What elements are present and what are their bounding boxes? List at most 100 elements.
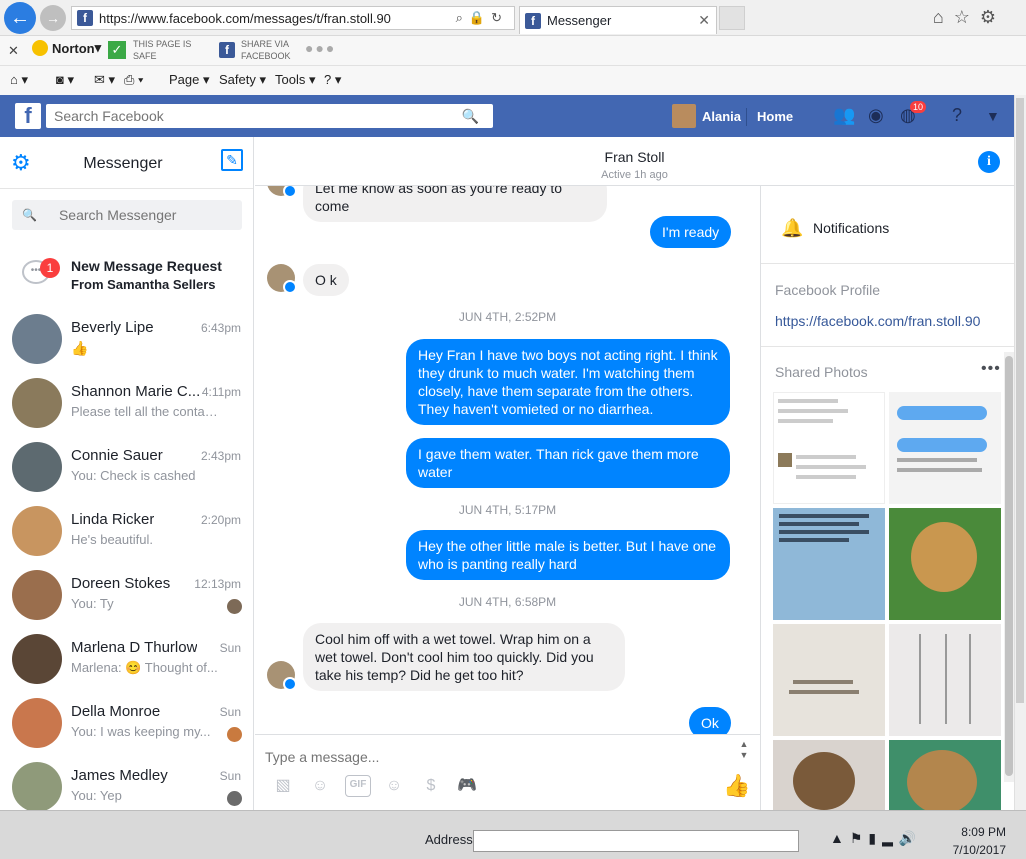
account-menu-chevron-icon[interactable]: ▼ bbox=[986, 108, 1000, 124]
friend-requests-icon[interactable]: 👥 bbox=[833, 105, 855, 126]
shared-photo[interactable] bbox=[889, 508, 1001, 620]
conversation-item-della-monroe[interactable]: Della Monroe Sun You: I was keeping my..… bbox=[0, 691, 253, 755]
send-like-icon[interactable]: 👍 bbox=[723, 773, 750, 799]
photo-detail bbox=[796, 455, 856, 459]
page-scrollbar-thumb[interactable] bbox=[1016, 98, 1024, 703]
forward-button[interactable]: → bbox=[40, 5, 66, 31]
facebook-search-input[interactable] bbox=[54, 108, 434, 124]
facebook-search-box[interactable]: 🔍 bbox=[46, 104, 493, 128]
address-bar-icons[interactable]: ⌕🔒↻ bbox=[456, 10, 508, 26]
menu-page[interactable]: Page ▾ bbox=[169, 72, 210, 88]
seen-avatar bbox=[227, 727, 242, 742]
conversation-item-connie-sauer[interactable]: Connie Sauer 2:43pm You: Check is cashed bbox=[0, 435, 253, 499]
conversation-time: Sun bbox=[219, 705, 241, 719]
messenger-search-input[interactable] bbox=[58, 207, 229, 223]
conversation-item-james-medley[interactable]: James Medley Sun You: Yep bbox=[0, 755, 253, 810]
facebook-logo-icon[interactable]: f bbox=[15, 103, 41, 129]
help-question-icon[interactable]: ? bbox=[952, 105, 962, 126]
shared-photo[interactable] bbox=[773, 508, 885, 620]
conversation-item-marlena-thurlow[interactable]: Marlena D Thurlow Sun Marlena: 😊 Thought… bbox=[0, 627, 253, 691]
gif-icon[interactable]: GIF bbox=[345, 775, 371, 797]
messenger-icon[interactable]: ◉ bbox=[868, 105, 884, 126]
tab-close-icon[interactable]: ✕ bbox=[698, 12, 710, 29]
shared-photo[interactable] bbox=[773, 740, 885, 810]
conversation-item-shannon-marie[interactable]: Shannon Marie C... 4:11pm Please tell al… bbox=[0, 371, 253, 435]
photo-detail bbox=[778, 409, 848, 413]
new-tab-button[interactable] bbox=[719, 6, 745, 30]
safe-line1: THIS PAGE IS bbox=[133, 39, 192, 49]
contact-avatar bbox=[267, 186, 297, 198]
message-input[interactable] bbox=[265, 749, 725, 765]
seen-avatar bbox=[227, 791, 242, 806]
conversation-item-beverly-lipe[interactable]: Beverly Lipe 6:43pm 👍 bbox=[0, 307, 253, 371]
messenger-search-box[interactable]: 🔍 bbox=[12, 200, 242, 230]
conversation-name: Della Monroe bbox=[71, 703, 161, 720]
payment-icon[interactable]: $ bbox=[420, 775, 442, 797]
facebook-top-bar: f 🔍 Alania Home 👥 ◉ ◍ 10 ? ▼ bbox=[0, 95, 1014, 137]
more-options-icon[interactable]: ••• bbox=[981, 360, 1001, 378]
composer-scroll-arrows-icon[interactable]: ▲ ▼ bbox=[736, 739, 752, 761]
user-name-link[interactable]: Alania bbox=[702, 109, 741, 124]
browser-toolbar-icons[interactable]: ⌂☆⚙ bbox=[933, 7, 1006, 28]
back-button[interactable]: ← bbox=[4, 2, 36, 34]
details-scrollbar-thumb[interactable] bbox=[1005, 356, 1013, 776]
conversation-time: 2:43pm bbox=[200, 449, 241, 463]
feeds-icon[interactable]: ◙ ▾ bbox=[56, 72, 74, 88]
print-icon[interactable]: ⎙ ▾ bbox=[124, 72, 143, 88]
contact-status: Active 1h ago bbox=[601, 169, 668, 181]
notifications-item[interactable]: 🔔 Notifications bbox=[761, 210, 1014, 264]
mail-icon[interactable]: ✉ ▾ bbox=[94, 72, 115, 88]
url-text[interactable]: https://www.facebook.com/messages/t/fran… bbox=[99, 11, 391, 26]
photo-detail bbox=[897, 438, 987, 452]
timestamp-divider: JUN 4TH, 6:58PM bbox=[458, 595, 557, 609]
photo-detail bbox=[897, 458, 977, 462]
browser-tab[interactable]: f Messenger ✕ bbox=[519, 6, 717, 34]
menu-safety[interactable]: Safety ▾ bbox=[219, 72, 266, 88]
close-toolbar-icon[interactable]: ✕ bbox=[8, 43, 19, 59]
photo-detail bbox=[793, 752, 855, 810]
home-link[interactable]: Home bbox=[757, 109, 793, 124]
norton-logo[interactable]: Norton ▾ bbox=[32, 40, 101, 56]
conversation-snippet: You: Check is cashed bbox=[71, 468, 196, 483]
taskbar-address-input[interactable] bbox=[473, 830, 799, 852]
menu-tools-label: Tools bbox=[275, 72, 306, 87]
emoji-icon[interactable]: ☺ bbox=[383, 775, 405, 797]
conversation-item-doreen-stokes[interactable]: Doreen Stokes 12:13pm You: Ty bbox=[0, 563, 253, 627]
clock-time[interactable]: 8:09 PM bbox=[960, 825, 1006, 839]
help-icon[interactable]: ? ▾ bbox=[324, 72, 341, 88]
menu-tools[interactable]: Tools ▾ bbox=[275, 72, 316, 88]
photo-detail bbox=[897, 406, 987, 420]
shared-photo[interactable] bbox=[889, 740, 1001, 810]
conversation-info-icon[interactable]: i bbox=[978, 151, 1000, 173]
clock-date[interactable]: 7/10/2017 bbox=[948, 843, 1006, 857]
address-bar[interactable]: f https://www.facebook.com/messages/t/fr… bbox=[71, 6, 515, 30]
user-avatar[interactable] bbox=[672, 104, 696, 128]
shared-photo[interactable] bbox=[889, 392, 1001, 504]
facebook-profile-link[interactable]: https://facebook.com/fran.stoll.90 bbox=[775, 313, 980, 329]
timestamp-divider: JUN 4TH, 5:17PM bbox=[458, 503, 557, 517]
share-facebook-button[interactable]: f SHARE VIA FACEBOOK bbox=[214, 38, 291, 62]
conversation-item-linda-ricker[interactable]: Linda Ricker 2:20pm He's beautiful. bbox=[0, 499, 253, 563]
message-list[interactable]: Let me know as soon as you're ready to c… bbox=[255, 186, 760, 734]
system-tray-icons[interactable]: ▲⚑▮▂🔊 bbox=[830, 830, 922, 847]
facebook-profile-label: Facebook Profile bbox=[775, 282, 881, 298]
norton-check-icon bbox=[32, 40, 48, 56]
more-dots-icon[interactable]: ●●● bbox=[305, 40, 336, 56]
search-icon[interactable]: 🔍 bbox=[462, 108, 479, 125]
shared-photo[interactable] bbox=[773, 624, 885, 736]
photo-icon[interactable]: ▧ bbox=[272, 775, 294, 797]
message-incoming-partial: Let me know as soon as you're ready to c… bbox=[303, 186, 607, 222]
new-message-compose-icon[interactable]: ✎ bbox=[221, 149, 243, 171]
conversation-snippet: You: Ty bbox=[71, 596, 114, 611]
avatar bbox=[12, 762, 62, 810]
page-safe-indicator[interactable]: ✓ THIS PAGE IS SAFE bbox=[108, 38, 191, 62]
contact-name[interactable]: Fran Stoll bbox=[255, 149, 1014, 165]
shared-photo[interactable] bbox=[889, 624, 1001, 736]
conversation-sidebar: ⚙ Messenger ✎ 🔍 ••• 1 New Message Reques… bbox=[0, 137, 254, 810]
shared-photo[interactable] bbox=[773, 392, 885, 504]
message-request-item[interactable]: ••• 1 New Message Request From Samantha … bbox=[0, 249, 253, 299]
conversation-snippet: Marlena: 😊 Thought of... bbox=[71, 660, 218, 675]
home-icon[interactable]: ⌂ ▾ bbox=[10, 72, 28, 88]
game-controller-icon[interactable]: 🎮 bbox=[456, 775, 478, 797]
sticker-icon[interactable]: ☺ bbox=[309, 775, 331, 797]
